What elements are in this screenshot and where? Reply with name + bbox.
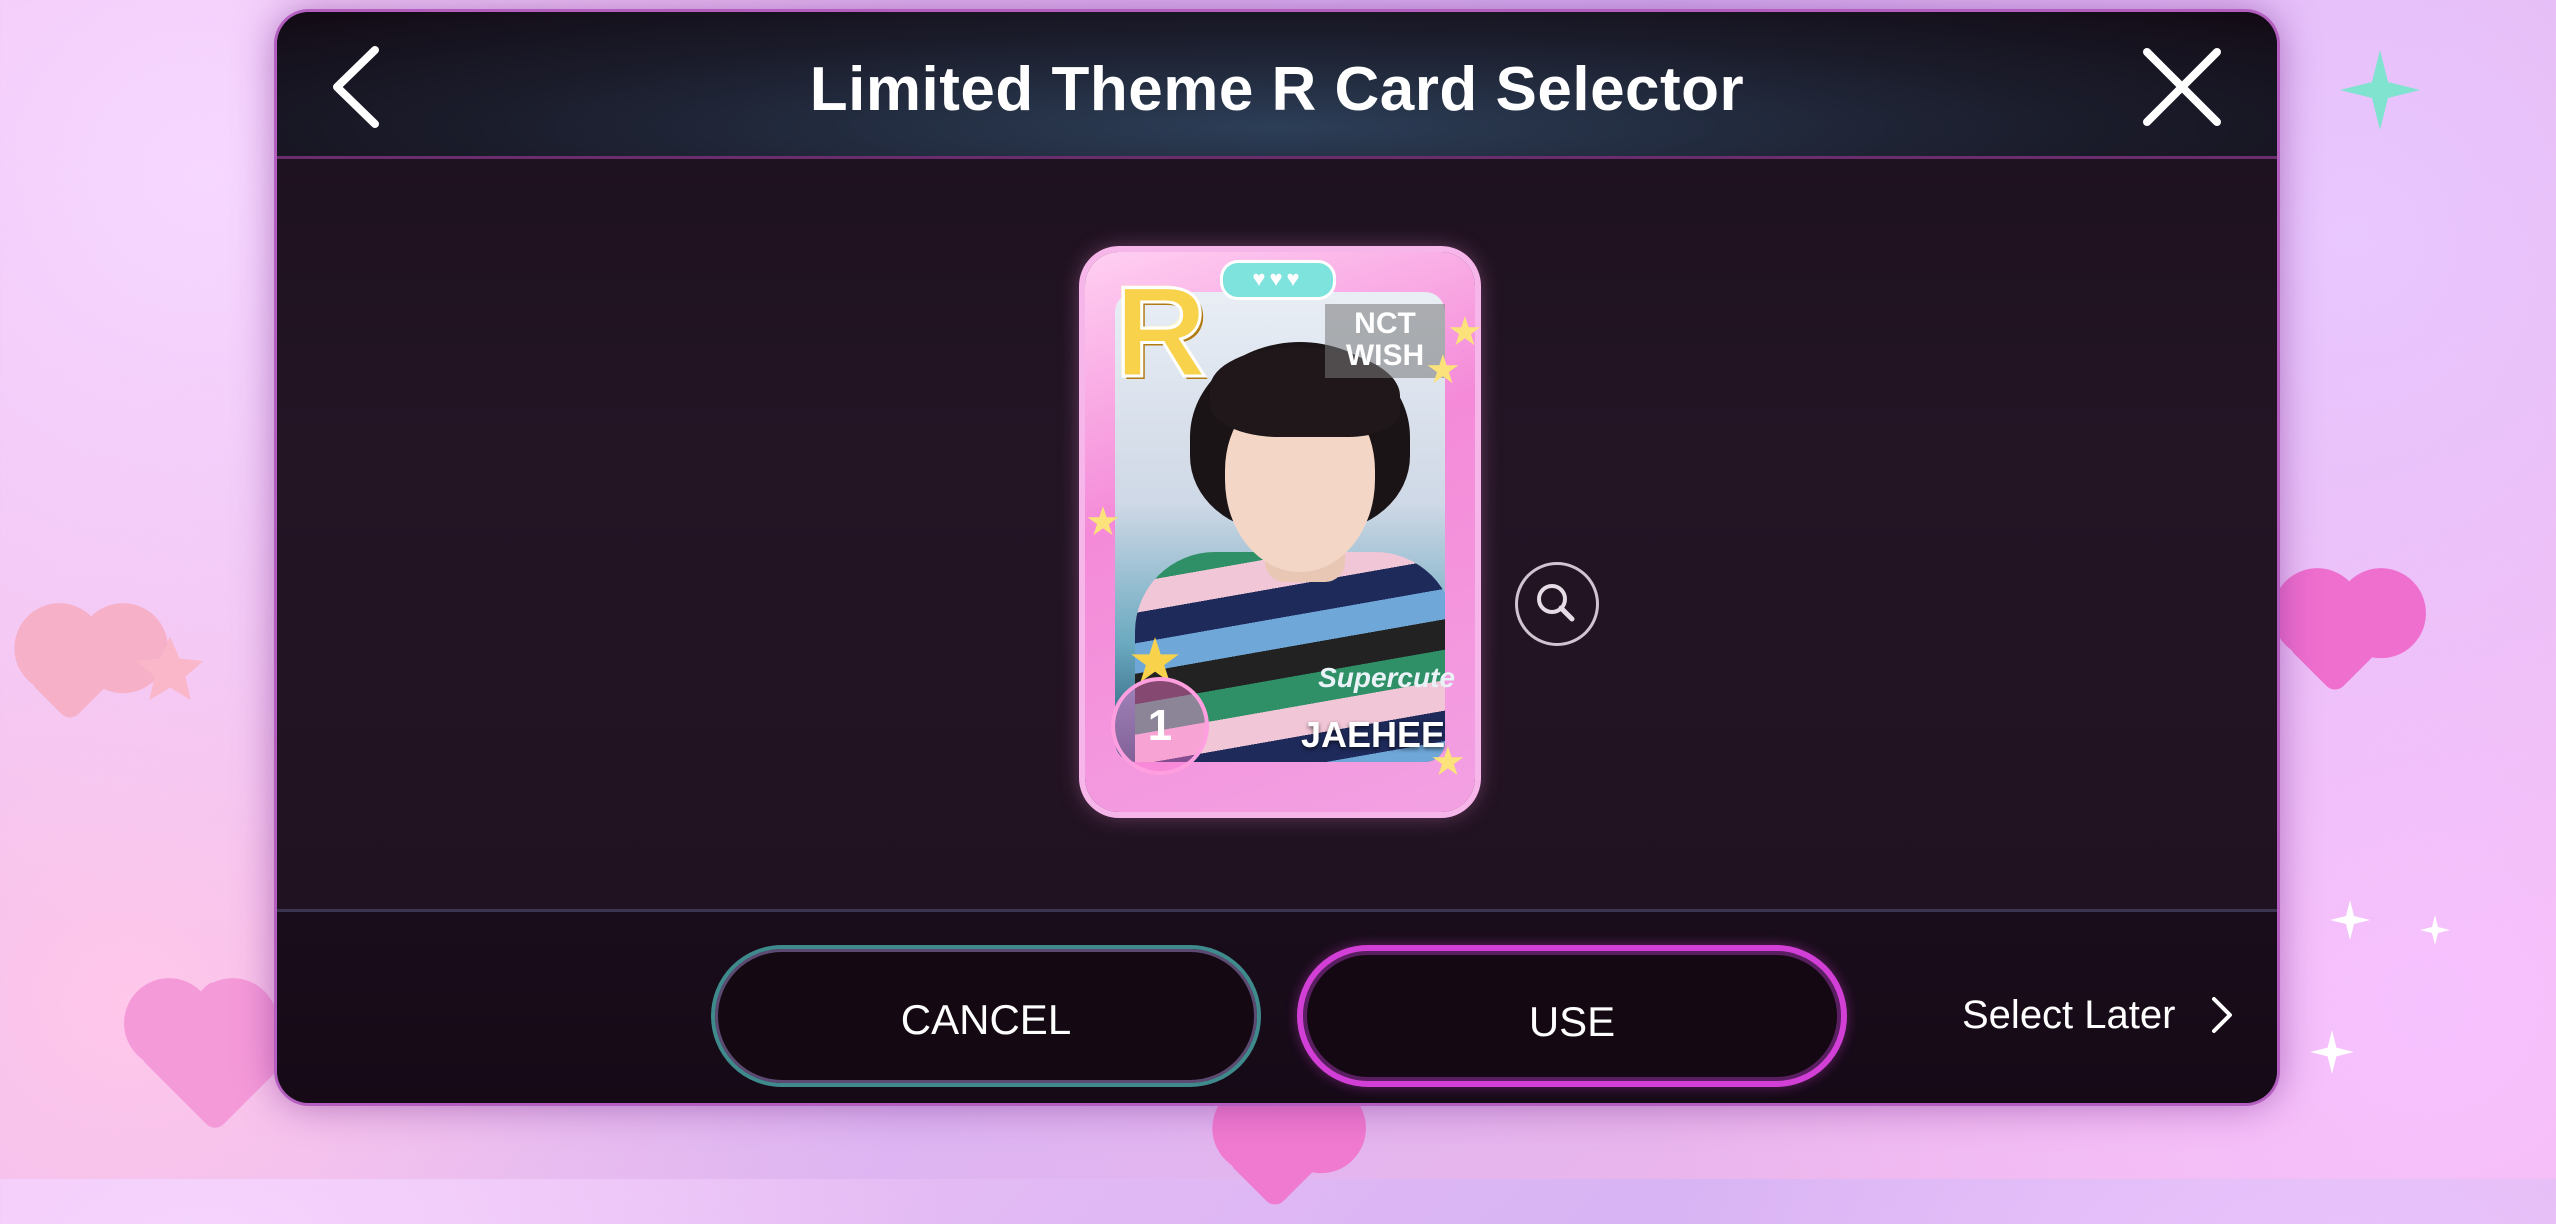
sparkle-decoration (2310, 1030, 2354, 1074)
close-icon (2143, 48, 2221, 126)
dialog-title: Limited Theme R Card Selector (809, 55, 1745, 124)
dialog-footer: CANCEL USE Select Later (277, 909, 2277, 1103)
card-selector-dialog: Limited Theme R Card Selector ♥♥♥ R NCT … (277, 12, 2277, 1103)
sparkle-decoration (2340, 50, 2420, 130)
heart-decoration (1225, 1110, 1325, 1210)
use-button[interactable]: USE (1297, 945, 1847, 1087)
rank-level: 1 (1111, 677, 1209, 775)
heart-slots: ♥♥♥ (1220, 260, 1336, 300)
back-button[interactable] (317, 42, 407, 132)
card-type-label: Supercute (1318, 662, 1455, 693)
chevron-right-icon (2212, 997, 2232, 1033)
star-decoration (136, 636, 204, 700)
heart-decoration (2285, 595, 2385, 695)
chevron-left-icon (333, 46, 379, 128)
heart-decoration (27, 637, 113, 723)
star-decoration: ★ (1430, 740, 1466, 784)
star-decoration: ★ (1447, 310, 1483, 354)
select-later-link[interactable]: Select Later (1962, 980, 2262, 1050)
rarity-badge: R (1113, 261, 1208, 404)
member-name: JAEHEE (1300, 714, 1445, 755)
sparkle-decoration (2420, 915, 2450, 945)
select-later-label: Select Later (1962, 993, 2176, 1037)
theme-card[interactable]: ♥♥♥ R NCT WISH ★ 1 Supercute JAEHEE ★ ★ … (1085, 252, 1483, 812)
sparkle-decoration (2330, 900, 2370, 940)
cancel-button[interactable]: CANCEL (711, 945, 1261, 1087)
star-decoration: ★ (1085, 500, 1121, 544)
close-button[interactable] (2137, 42, 2227, 132)
star-decoration: ★ (1425, 348, 1461, 392)
dialog-header: Limited Theme R Card Selector (277, 12, 2277, 159)
heart-decoration (137, 977, 293, 1133)
magnifier-icon (1537, 584, 1575, 622)
zoom-button[interactable] (1515, 562, 1599, 646)
